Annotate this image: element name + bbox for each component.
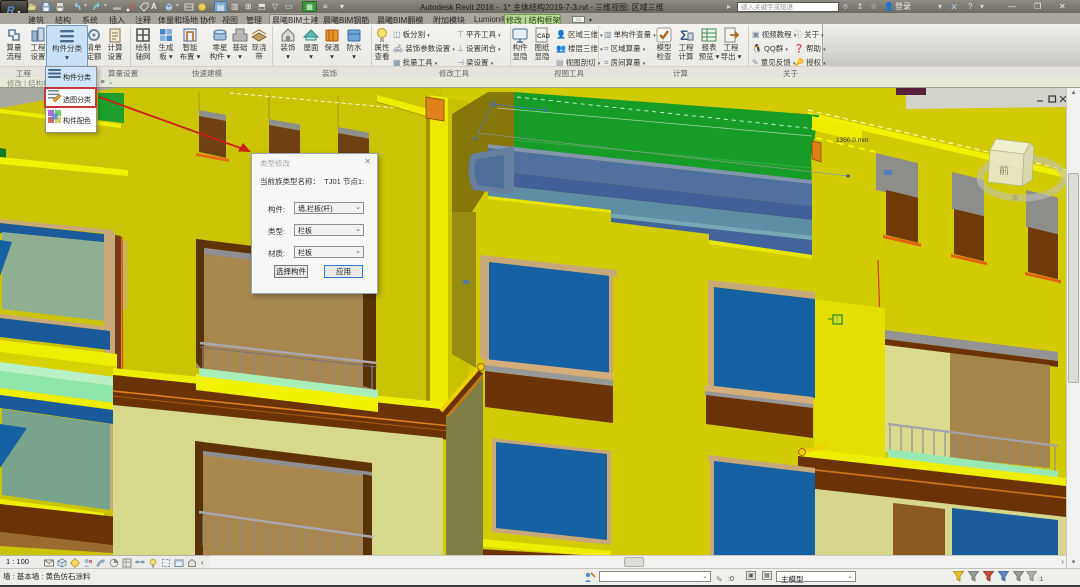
svg-text:CAD: CAD [537, 34, 551, 40]
svg-text:南: 南 [1012, 194, 1018, 202]
svg-text:1350.0 mm: 1350.0 mm [836, 137, 869, 144]
svg-text:Σ: Σ [680, 27, 688, 43]
svg-text:前: 前 [999, 164, 1009, 177]
